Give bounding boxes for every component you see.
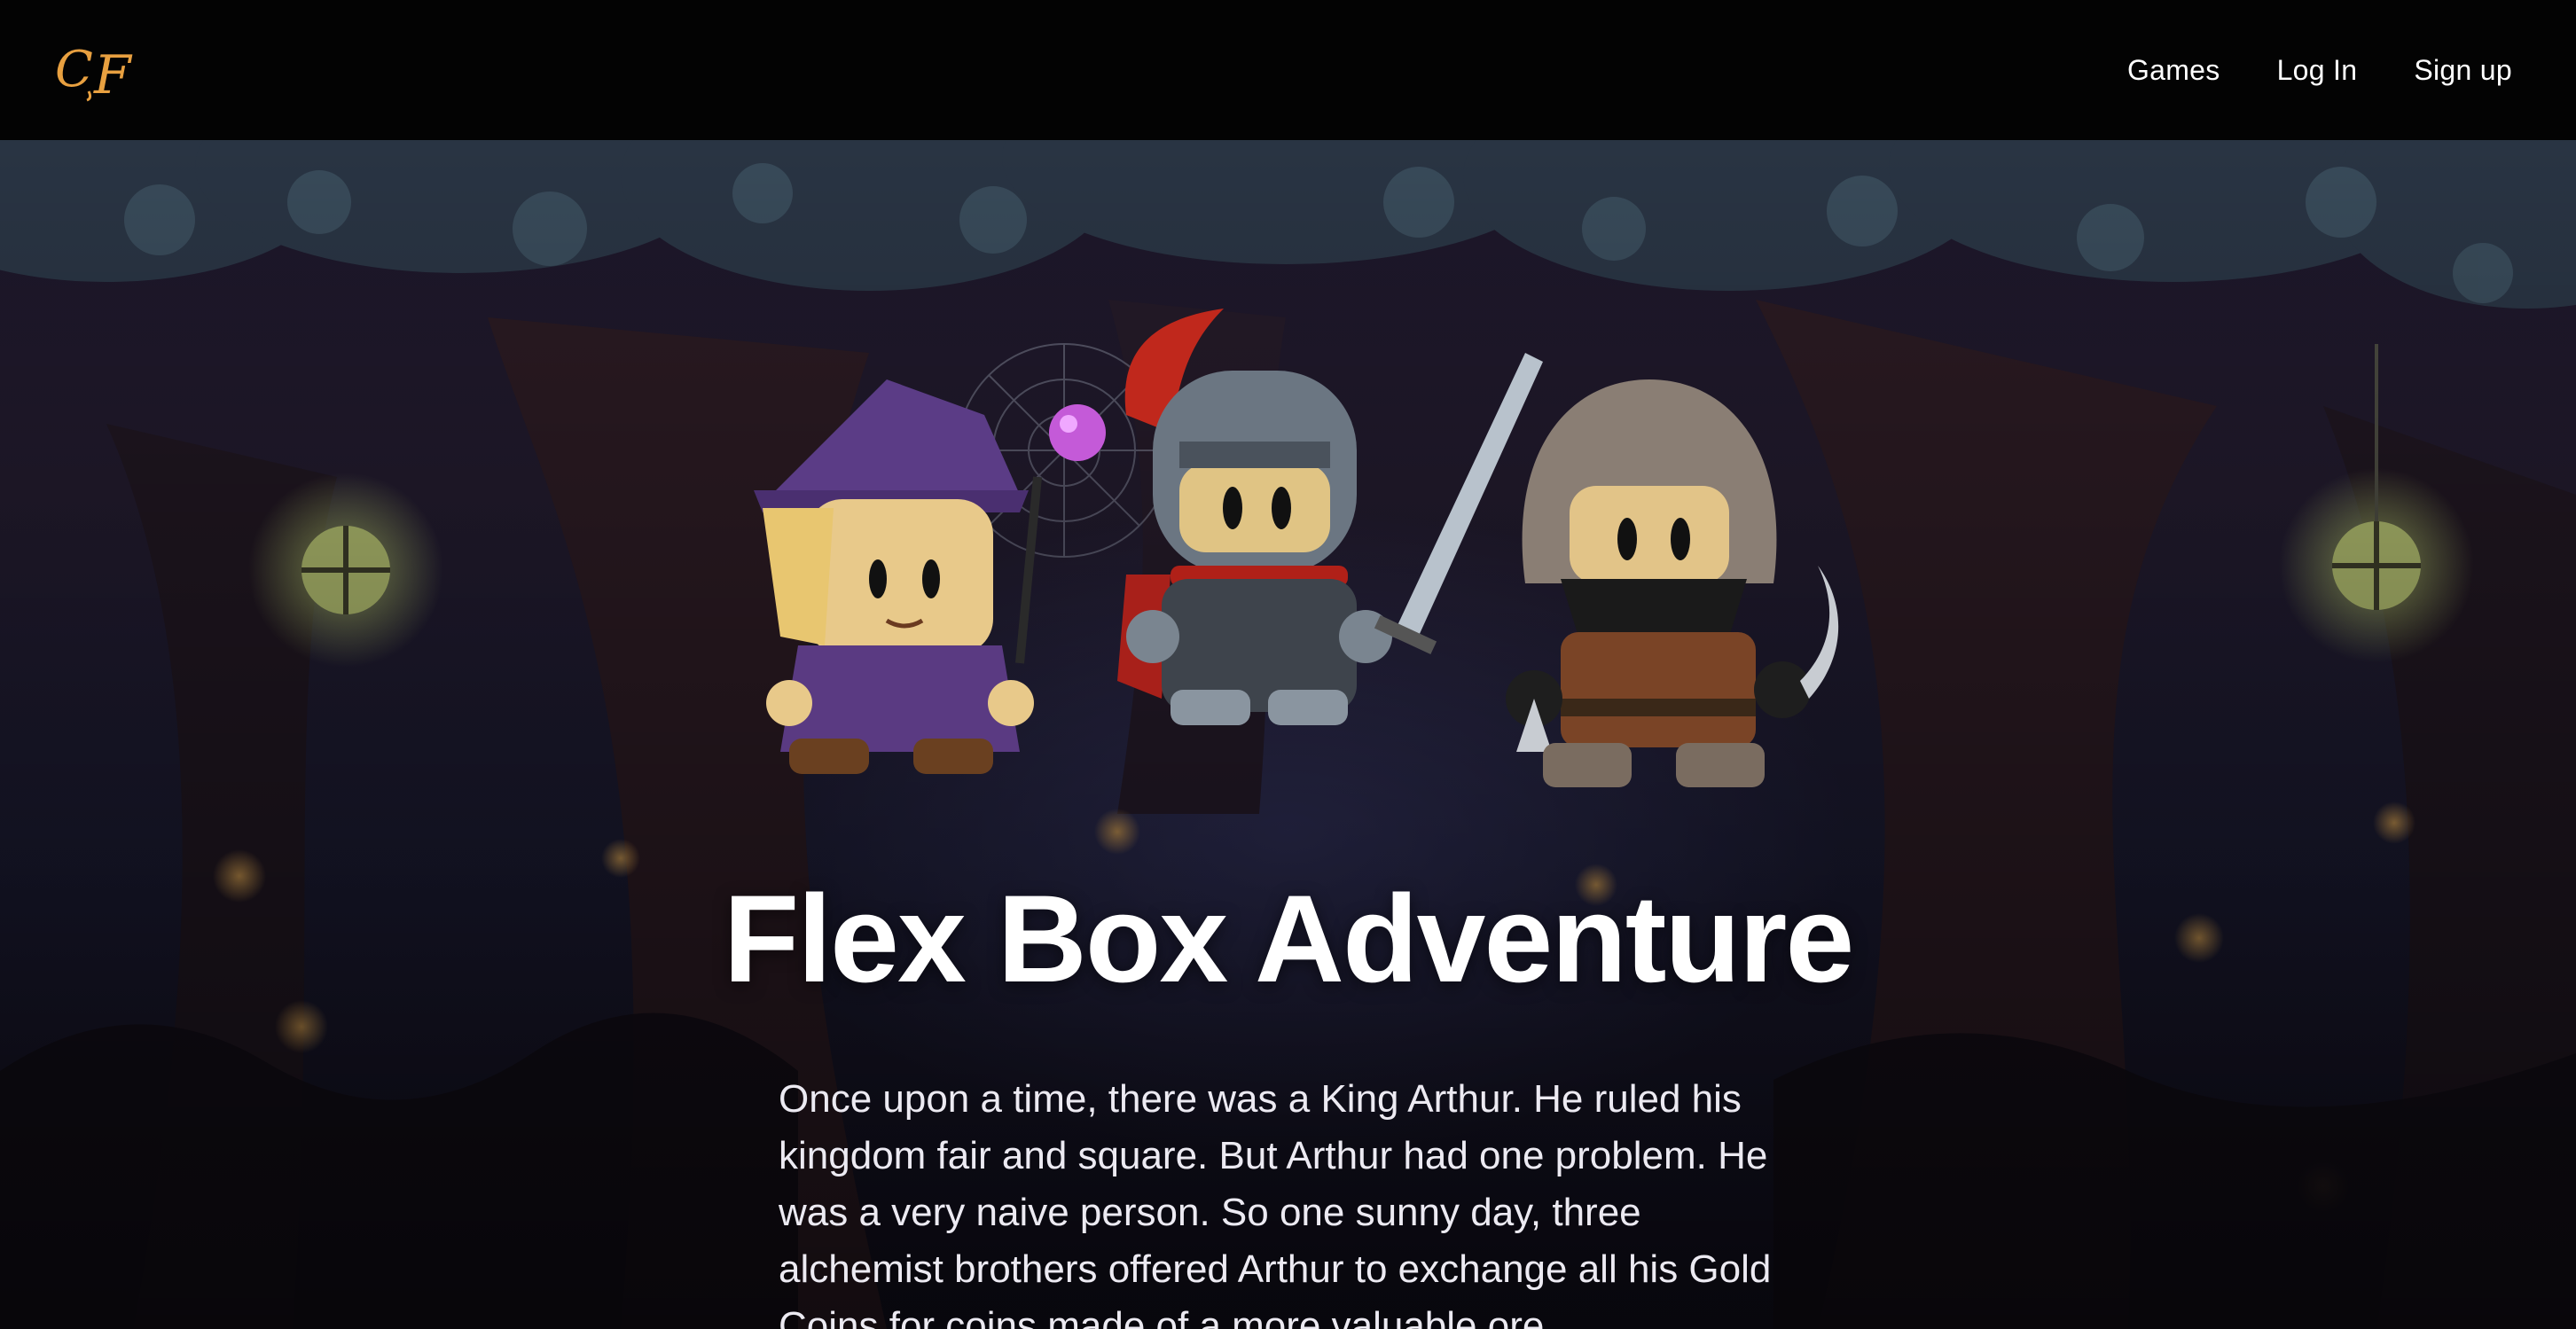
logo-icon: C F	[55, 41, 133, 102]
nav-login-link[interactable]: Log In	[2277, 54, 2358, 87]
top-navbar: C F Games Log In Sign up	[0, 0, 2576, 140]
site-logo[interactable]: C F	[53, 38, 142, 102]
main-nav: Games Log In Sign up	[2127, 54, 2512, 87]
page-title: Flex Box Adventure	[723, 869, 1855, 1008]
svg-text:F: F	[93, 44, 133, 102]
magic-orb	[1049, 404, 1106, 461]
nav-games-link[interactable]: Games	[2127, 54, 2220, 87]
svg-text:C: C	[55, 41, 93, 98]
hero-section: Flex Box Adventure Once upon a time, the…	[0, 140, 2576, 1329]
nav-signup-link[interactable]: Sign up	[2414, 54, 2512, 87]
story-paragraph: Once upon a time, there was a King Arthu…	[779, 1077, 1772, 1329]
